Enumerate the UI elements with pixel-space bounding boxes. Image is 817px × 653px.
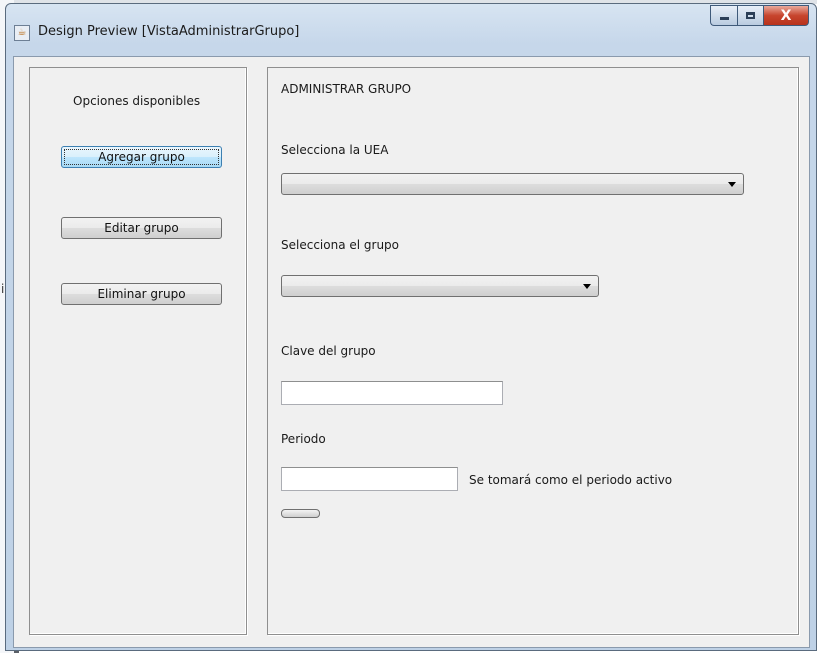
add-group-button[interactable]: Agregar grupo — [61, 146, 222, 168]
close-button[interactable]: X — [763, 5, 809, 26]
options-panel: Opciones disponibles Agregar grupo Edita… — [29, 67, 247, 635]
chevron-down-icon — [728, 182, 736, 187]
group-key-label: Clave del grupo — [281, 344, 376, 358]
unlabeled-action-button[interactable] — [281, 509, 320, 518]
focus-ring — [64, 149, 219, 165]
chevron-down-icon — [583, 284, 591, 289]
java-cup-icon: ☕ — [14, 25, 30, 41]
maximize-button[interactable] — [737, 5, 763, 26]
period-field[interactable] — [281, 467, 458, 491]
content-area: Opciones disponibles Agregar grupo Edita… — [13, 56, 810, 648]
administer-group-panel: ADMINISTRAR GRUPO Selecciona la UEA Sele… — [267, 67, 799, 635]
uea-label: Selecciona la UEA — [281, 143, 389, 157]
period-hint: Se tomará como el periodo activo — [469, 473, 673, 487]
group-combobox[interactable] — [281, 275, 599, 297]
delete-group-label: Eliminar grupo — [97, 287, 186, 301]
minimize-icon — [719, 17, 729, 20]
window-title: Design Preview [VistaAdministrarGrupo] — [38, 24, 300, 39]
options-heading: Opciones disponibles — [73, 94, 201, 108]
uea-combobox[interactable] — [281, 173, 744, 195]
edit-group-button[interactable]: Editar grupo — [61, 217, 222, 239]
edit-group-label: Editar grupo — [104, 221, 179, 235]
maximize-icon — [746, 12, 755, 19]
design-preview-window: ☕ Design Preview [VistaAdministrarGrupo]… — [5, 3, 817, 651]
minimize-button[interactable] — [710, 5, 737, 26]
group-label: Selecciona el grupo — [281, 238, 400, 252]
period-label: Periodo — [281, 432, 326, 446]
panel-title: ADMINISTRAR GRUPO — [281, 82, 412, 96]
close-icon: X — [780, 7, 792, 24]
title-bar[interactable]: ☕ Design Preview [VistaAdministrarGrupo]… — [6, 4, 816, 56]
window-controls: X — [710, 5, 809, 27]
group-key-field[interactable] — [281, 381, 503, 405]
delete-group-button[interactable]: Eliminar grupo — [61, 283, 222, 305]
